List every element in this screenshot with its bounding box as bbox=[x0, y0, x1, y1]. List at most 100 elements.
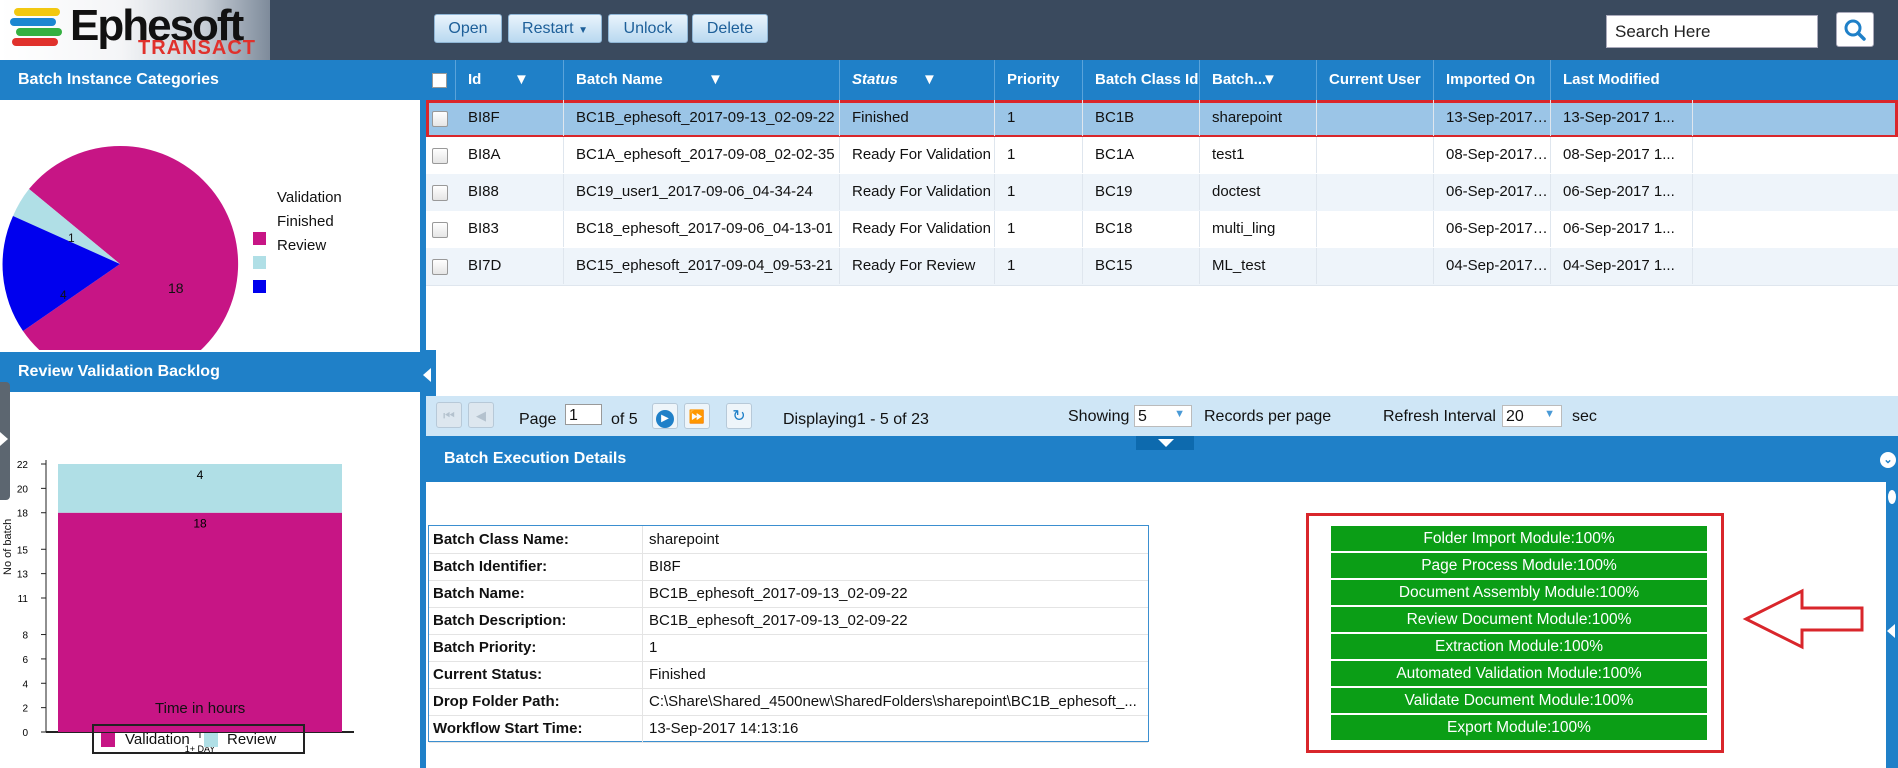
col-last-modified[interactable]: Last Modified bbox=[1551, 60, 1898, 100]
detail-label: Batch Priority: bbox=[433, 639, 537, 656]
cell-batch: test1 bbox=[1200, 137, 1317, 173]
collapse-left-icon bbox=[423, 368, 431, 382]
col-current-user[interactable]: Current User bbox=[1317, 60, 1434, 100]
restart-button[interactable]: Restart ▼ bbox=[508, 14, 602, 43]
row-checkbox[interactable] bbox=[432, 222, 448, 238]
y-tick-label: 18 bbox=[17, 509, 29, 520]
col-id-label: Id bbox=[468, 71, 482, 88]
legend-swatch-validation bbox=[253, 232, 266, 245]
cell-user bbox=[1317, 100, 1434, 136]
logo-subtext: TRANSACT bbox=[138, 37, 256, 59]
page-input[interactable]: 1 bbox=[565, 404, 602, 425]
cell-batch: ML_test bbox=[1200, 248, 1317, 284]
next-page-button[interactable]: ▶ bbox=[652, 403, 678, 429]
cell-modified: 04-Sep-2017 1... bbox=[1551, 248, 1693, 284]
delete-button[interactable]: Delete bbox=[692, 14, 768, 43]
filter-icon[interactable]: ▼ bbox=[708, 60, 723, 100]
search-button[interactable] bbox=[1836, 12, 1874, 47]
y-tick-label: 22 bbox=[17, 460, 29, 471]
unlock-button[interactable]: Unlock bbox=[608, 14, 688, 43]
cell-status: Ready For Validation bbox=[840, 174, 995, 210]
cell-status: Ready For Validation bbox=[840, 137, 995, 173]
bar-value-label: 18 bbox=[193, 517, 207, 531]
backlog-title: Review Validation Backlog bbox=[0, 352, 420, 392]
collapse-panel-handle[interactable] bbox=[1136, 436, 1194, 450]
col-batch[interactable]: Batch... ▼ bbox=[1200, 60, 1317, 100]
categories-title: Batch Instance Categories bbox=[0, 60, 420, 100]
cell-id: BI7D bbox=[456, 248, 564, 284]
detail-row: Batch Description: BC1B_ephesoft_2017-09-… bbox=[429, 607, 1148, 635]
displaying-text: Displaying1 - 5 of 23 bbox=[783, 411, 929, 428]
ephesoft-logo-icon bbox=[10, 8, 62, 46]
y-tick-label: 20 bbox=[17, 484, 29, 495]
col-id[interactable]: Id ▼ bbox=[456, 60, 564, 100]
cell-batch: sharepoint bbox=[1200, 100, 1317, 136]
cell-user bbox=[1317, 174, 1434, 210]
sec-label: sec bbox=[1572, 408, 1597, 425]
detail-label: Current Status: bbox=[433, 666, 543, 683]
collapse-left-button[interactable] bbox=[420, 350, 436, 400]
row-checkbox[interactable] bbox=[432, 185, 448, 201]
table-row[interactable]: BI8A BC1A_ephesoft_2017-09-08_02-02-35 Rea… bbox=[426, 137, 1898, 175]
cell-modified: 06-Sep-2017 1... bbox=[1551, 174, 1693, 210]
records-per-page-select[interactable]: 5 ▼ bbox=[1134, 405, 1192, 427]
filter-icon[interactable]: ▼ bbox=[1262, 60, 1277, 100]
row-checkbox[interactable] bbox=[432, 259, 448, 275]
left-drawer-handle[interactable] bbox=[0, 382, 10, 500]
detail-value: 1 bbox=[642, 634, 1149, 661]
refresh-interval-label: Refresh Interval bbox=[1383, 408, 1496, 425]
detail-row: Batch Class Name: sharepoint bbox=[429, 526, 1148, 554]
circle-icon bbox=[1888, 490, 1896, 504]
legend-swatch-validation bbox=[101, 733, 115, 747]
y-tick-label: 6 bbox=[22, 655, 28, 666]
expand-icon bbox=[0, 432, 8, 446]
detail-value: C:\Share\Shared_4500new\SharedFolders\sh… bbox=[642, 688, 1149, 715]
detail-label: Batch Class Name: bbox=[433, 531, 569, 548]
col-imported-on-label: Imported On bbox=[1446, 71, 1536, 88]
last-page-button[interactable]: ⏩ bbox=[684, 403, 710, 429]
col-batch-class-id[interactable]: Batch Class Id bbox=[1083, 60, 1200, 100]
legend-swatch-review bbox=[253, 280, 266, 293]
legend-swatch-finished bbox=[253, 256, 266, 269]
execution-header: Batch Execution Details ⌄ bbox=[426, 436, 1898, 482]
open-button[interactable]: Open bbox=[434, 14, 502, 43]
filter-icon[interactable]: ▼ bbox=[514, 60, 529, 100]
search-input[interactable]: Search Here bbox=[1606, 15, 1818, 48]
select-all-checkbox[interactable] bbox=[432, 73, 447, 88]
chevron-down-icon bbox=[1158, 439, 1174, 447]
table-row-selected[interactable]: BI8F BC1B_ephesoft_2017-09-13_02-09-22 Fin… bbox=[426, 100, 1898, 138]
legend-label-review: Review bbox=[227, 731, 277, 748]
col-priority[interactable]: Priority bbox=[995, 60, 1083, 100]
cell-imported: 06-Sep-2017 1... bbox=[1434, 211, 1551, 247]
row-checkbox[interactable] bbox=[432, 111, 448, 127]
row-checkbox[interactable] bbox=[432, 148, 448, 164]
backlog-legend: Validation Review bbox=[92, 724, 305, 754]
col-imported-on[interactable]: Imported On ↓ bbox=[1434, 60, 1551, 100]
col-status[interactable]: Status ▼ bbox=[840, 60, 995, 100]
prev-page-button[interactable]: ◀ bbox=[468, 402, 494, 428]
table-row[interactable]: BI83 BC18_ephesoft_2017-09-06_04-13-01 Rea… bbox=[426, 211, 1898, 249]
refresh-interval-select[interactable]: 20 ▼ bbox=[1502, 405, 1562, 427]
y-tick-label: 4 bbox=[22, 679, 28, 690]
col-batch-name[interactable]: Batch Name ▼ bbox=[564, 60, 840, 100]
legend-swatch-review bbox=[204, 733, 218, 747]
next-icon: ▶ bbox=[656, 410, 674, 428]
detail-label: Drop Folder Path: bbox=[433, 693, 560, 710]
cell-status: Ready For Validation bbox=[840, 211, 995, 247]
detail-row: Current Status: Finished bbox=[429, 661, 1148, 689]
table-row[interactable]: BI7D BC15_ephesoft_2017-09-04_09-53-21 Rea… bbox=[426, 248, 1898, 286]
table-row[interactable]: BI88 BC19_user1_2017-09-06_04-34-24 Ready … bbox=[426, 174, 1898, 212]
cell-id: BI8A bbox=[456, 137, 564, 173]
collapse-icon[interactable]: ⌄ bbox=[1880, 452, 1896, 468]
grid-header: Id ▼ Batch Name ▼ Status ▼ Priority Batch C… bbox=[426, 60, 1898, 100]
cell-user bbox=[1317, 211, 1434, 247]
cell-imported: 13-Sep-2017 1... bbox=[1434, 100, 1551, 136]
legend-label-review: Review bbox=[277, 237, 327, 254]
arrow-left-icon bbox=[1742, 588, 1864, 650]
filter-icon[interactable]: ▼ bbox=[922, 60, 937, 100]
detail-value: 13-Sep-2017 14:13:16 bbox=[642, 715, 1149, 742]
right-side-strip[interactable] bbox=[1886, 482, 1898, 768]
first-page-button[interactable]: ⏮ bbox=[436, 402, 462, 428]
cell-name: BC19_user1_2017-09-06_04-34-24 bbox=[564, 174, 840, 210]
refresh-button[interactable]: ↻ bbox=[726, 403, 752, 429]
